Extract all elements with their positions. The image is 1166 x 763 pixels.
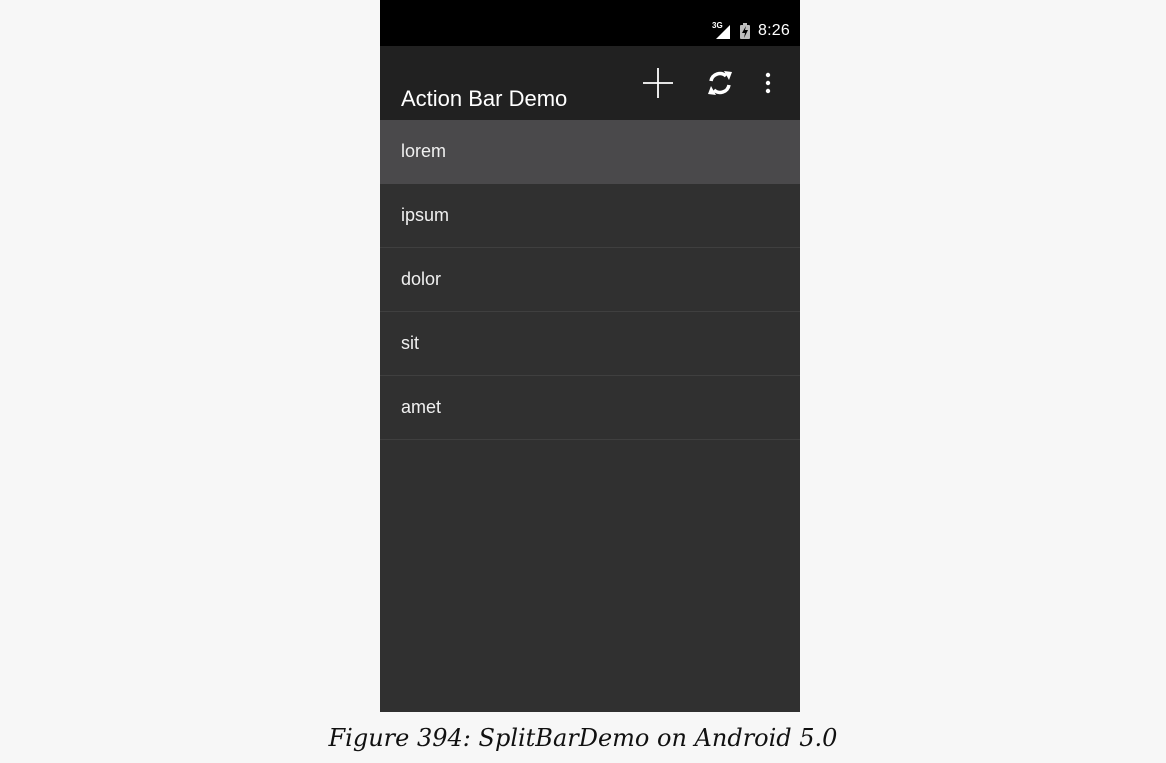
list-item-label: sit bbox=[401, 333, 419, 353]
list-item-label: lorem bbox=[401, 141, 447, 161]
list-item-label: dolor bbox=[401, 269, 442, 289]
action-bar: Action Bar Demo bbox=[380, 46, 800, 120]
status-icons: 3G 8:26 bbox=[712, 21, 790, 41]
refresh-icon[interactable] bbox=[698, 46, 742, 120]
figure-caption: Figure 394: SplitBarDemo on Android 5.0 bbox=[328, 724, 838, 752]
list-item-label: amet bbox=[401, 397, 442, 417]
list-item[interactable]: sit bbox=[380, 312, 800, 376]
list-item[interactable]: lorem bbox=[380, 120, 800, 184]
signal-icon: 3G bbox=[712, 21, 732, 39]
list-item[interactable]: ipsum bbox=[380, 184, 800, 248]
app-title: Action Bar Demo bbox=[401, 85, 568, 111]
overflow-menu-icon[interactable] bbox=[754, 46, 782, 120]
list-item[interactable]: dolor bbox=[380, 248, 800, 312]
add-icon[interactable] bbox=[636, 46, 680, 120]
battery-charging-icon bbox=[740, 23, 751, 39]
item-list: lorem ipsum dolor sit amet bbox=[380, 120, 800, 440]
network-type-label: 3G bbox=[712, 21, 723, 30]
status-bar: 3G 8:26 bbox=[380, 0, 800, 46]
android-screen: 3G 8:26 Action Bar Demo lorem ipsum dolo… bbox=[380, 0, 800, 712]
list-item[interactable]: amet bbox=[380, 376, 800, 440]
status-time: 8:26 bbox=[758, 22, 790, 39]
list-item-label: ipsum bbox=[401, 205, 450, 225]
